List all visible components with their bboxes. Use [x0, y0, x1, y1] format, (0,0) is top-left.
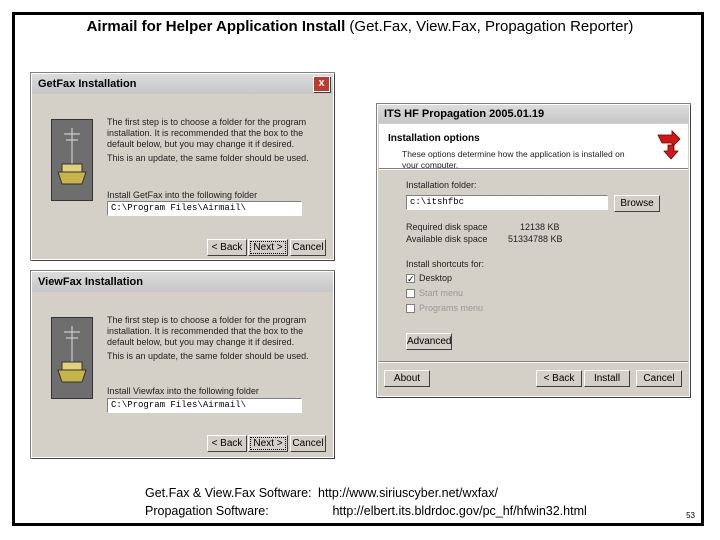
- install-button[interactable]: Install: [584, 370, 630, 387]
- viewfax-title: ViewFax Installation: [38, 276, 143, 288]
- browse-button[interactable]: Browse: [614, 195, 660, 212]
- viewfax-update-note: This is an update, the same folder shoul…: [107, 351, 309, 361]
- getfax-titlebar: GetFax Installation x: [32, 74, 333, 94]
- its-titlebar: ITS HF Propagation 2005.01.19: [378, 105, 689, 123]
- slide-title-bold: Airmail for Helper Application Install: [86, 18, 346, 35]
- getfax-folder-label: Install GetFax into the following folder: [107, 190, 258, 200]
- cancel-button[interactable]: Cancel: [290, 239, 326, 256]
- its-heading: Installation options: [388, 133, 480, 144]
- viewfax-dialog: ViewFax Installation The first step is t…: [31, 271, 334, 458]
- programs-menu-checkbox[interactable]: [406, 304, 415, 313]
- its-title: ITS HF Propagation 2005.01.19: [384, 108, 545, 120]
- available-space-value: 51334788 KB: [508, 234, 563, 244]
- footer-url-1[interactable]: http://www.siriuscyber.net/wxfax/: [318, 486, 498, 500]
- slide-title: Airmail for Helper Application Install (…: [0, 18, 720, 35]
- footer-line-1: Get.Fax & View.Fax Software: http://www.…: [145, 486, 498, 500]
- cancel-button[interactable]: Cancel: [636, 370, 682, 387]
- viewfax-titlebar: ViewFax Installation: [32, 272, 333, 292]
- desktop-label: Desktop: [419, 273, 453, 283]
- next-button[interactable]: Next >: [248, 239, 288, 256]
- slide-title-rest: (Get.Fax, View.Fax, Propagation Reporter…: [345, 18, 634, 35]
- footer-url-2[interactable]: http://elbert.its.bldrdoc.gov/pc_hf/hfwi…: [332, 504, 586, 518]
- footer-label-2: Propagation Software:: [145, 504, 269, 518]
- getfax-folder-input[interactable]: C:\Program Files\Airmail\: [107, 201, 302, 216]
- viewfax-folder-input[interactable]: C:\Program Files\Airmail\: [107, 398, 302, 413]
- antenna-fax-icon: [51, 317, 93, 399]
- getfax-title: GetFax Installation: [38, 78, 137, 90]
- footer-divider: [379, 361, 688, 363]
- back-button[interactable]: < Back: [207, 239, 247, 256]
- page-number: 53: [686, 511, 695, 520]
- its-folder-input[interactable]: c:\itshfbc: [406, 195, 608, 210]
- footer-line-2: Propagation Software: http://elbert.its.…: [145, 504, 587, 518]
- antenna-fax-icon: [51, 119, 93, 201]
- advanced-button[interactable]: Advanced: [406, 333, 452, 350]
- required-space-value: 12138 KB: [520, 222, 560, 232]
- back-button[interactable]: < Back: [207, 435, 247, 452]
- next-button[interactable]: Next >: [248, 435, 288, 452]
- required-space-label: Required disk space: [406, 222, 488, 232]
- programs-menu-label: Programs menu: [419, 303, 484, 313]
- about-button[interactable]: About: [384, 370, 430, 387]
- available-space-label: Available disk space: [406, 234, 488, 244]
- close-icon[interactable]: x: [313, 76, 330, 92]
- header-divider: [379, 168, 688, 170]
- getfax-intro: The first step is to choose a folder for…: [107, 117, 307, 149]
- start-menu-checkbox[interactable]: [406, 289, 415, 298]
- desktop-checkbox[interactable]: ✓: [406, 274, 415, 284]
- cancel-button[interactable]: Cancel: [290, 435, 326, 452]
- its-dialog: ITS HF Propagation 2005.01.19 Installati…: [377, 104, 690, 397]
- its-folder-label: Installation folder:: [406, 180, 477, 190]
- install-arrow-icon: [657, 130, 681, 160]
- footer-label-1: Get.Fax & View.Fax Software:: [145, 486, 312, 500]
- getfax-dialog: GetFax Installation x The first step is …: [31, 73, 334, 260]
- viewfax-intro: The first step is to choose a folder for…: [107, 315, 307, 347]
- getfax-update-note: This is an update, the same folder shoul…: [107, 153, 309, 163]
- viewfax-folder-label: Install Viewfax into the following folde…: [107, 386, 259, 396]
- back-button[interactable]: < Back: [536, 370, 582, 387]
- shortcuts-label: Install shortcuts for:: [406, 259, 485, 269]
- start-menu-label: Start menu: [419, 288, 464, 298]
